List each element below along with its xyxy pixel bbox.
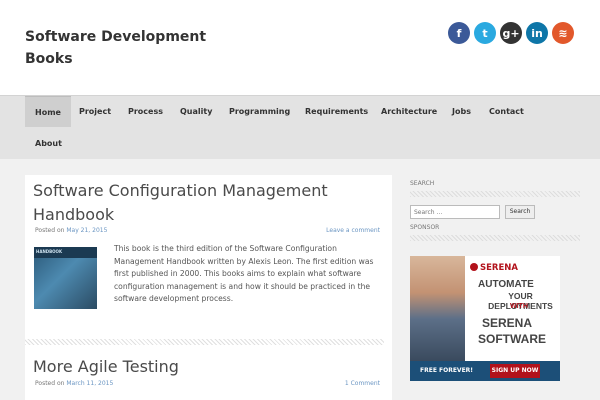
post-title[interactable]: Software Configuration Management bbox=[33, 179, 328, 203]
posted-on-label: Posted on bbox=[35, 380, 65, 387]
search-form: Search bbox=[410, 205, 580, 219]
comments-link[interactable]: 1 Comment bbox=[345, 380, 380, 387]
search-input[interactable] bbox=[410, 205, 500, 219]
nav-item-home[interactable]: Home bbox=[25, 96, 71, 127]
nav-item-process[interactable]: Process bbox=[118, 96, 173, 127]
post-meta: Posted on May 21, 2015 bbox=[35, 227, 107, 234]
search-widget-title: SEARCH bbox=[410, 180, 435, 187]
search-button[interactable]: Search bbox=[505, 205, 535, 219]
ad-headline-1: AUTOMATE bbox=[478, 279, 534, 290]
posted-on-label: Posted on bbox=[35, 227, 65, 234]
ad-logo: SERENA bbox=[480, 263, 518, 273]
sidebar: SEARCH Search SPONSOR bbox=[410, 180, 580, 241]
widget-divider bbox=[410, 191, 580, 197]
thumbnail-title: HANDBOOK bbox=[36, 249, 63, 254]
facebook-icon[interactable]: f bbox=[448, 22, 470, 44]
nav-item-quality[interactable]: Quality bbox=[170, 96, 222, 127]
post-article: Software Configuration Management Handbo… bbox=[25, 175, 392, 347]
site-title[interactable]: Software Development Books bbox=[25, 26, 225, 70]
nav-item-requirements[interactable]: Requirements bbox=[295, 96, 378, 127]
ad-headline-5: SOFTWARE bbox=[478, 332, 546, 346]
serena-logo-icon bbox=[470, 263, 478, 271]
google-plus-icon[interactable]: g+ bbox=[500, 22, 522, 44]
ad-headline-3: WITH bbox=[510, 303, 528, 310]
rss-icon[interactable]: ≋ bbox=[552, 22, 574, 44]
post-divider bbox=[25, 339, 384, 345]
post-meta: Posted on March 11, 2015 bbox=[35, 380, 113, 387]
linkedin-icon[interactable]: in bbox=[526, 22, 548, 44]
post-title-line2[interactable]: Handbook bbox=[33, 203, 114, 227]
nav-item-architecture[interactable]: Architecture bbox=[371, 96, 447, 127]
ad-photo bbox=[410, 256, 465, 361]
ad-signup-button[interactable]: SIGN UP NOW bbox=[490, 364, 540, 378]
ad-headline-4: SERENA bbox=[482, 316, 533, 330]
nav-item-about[interactable]: About bbox=[25, 128, 72, 159]
ad-footer: FREE FOREVER! SIGN UP NOW bbox=[410, 361, 560, 381]
widget-divider bbox=[410, 235, 580, 241]
sponsor-widget-title: SPONSOR bbox=[410, 224, 440, 231]
post-date[interactable]: March 11, 2015 bbox=[66, 380, 113, 387]
twitter-icon[interactable]: t bbox=[474, 22, 496, 44]
social-links: f t g+ in ≋ bbox=[448, 22, 574, 44]
nav-item-project[interactable]: Project bbox=[69, 96, 121, 127]
nav-item-programming[interactable]: Programming bbox=[219, 96, 300, 127]
main-nav: Home Project Process Quality Programming… bbox=[0, 95, 600, 159]
post-excerpt: This book is the third edition of the So… bbox=[114, 244, 374, 303]
site-header: Software Development Books f t g+ in ≋ bbox=[0, 0, 600, 95]
nav-item-jobs[interactable]: Jobs bbox=[442, 96, 481, 127]
page: Software Development Books f t g+ in ≋ H… bbox=[0, 0, 600, 400]
comments-link[interactable]: Leave a comment bbox=[326, 227, 380, 234]
post-date[interactable]: May 21, 2015 bbox=[66, 227, 107, 234]
nav-item-contact[interactable]: Contact bbox=[479, 96, 534, 127]
ad-free-label: FREE FOREVER! bbox=[420, 367, 474, 374]
post-title[interactable]: More Agile Testing bbox=[33, 355, 179, 379]
sponsor-ad[interactable]: SERENA AUTOMATE YOUR DEPLOYMENTS WITH SE… bbox=[410, 256, 560, 381]
post-article: More Agile Testing Posted on March 11, 2… bbox=[25, 347, 392, 400]
book-thumbnail[interactable]: HANDBOOK bbox=[34, 247, 97, 309]
